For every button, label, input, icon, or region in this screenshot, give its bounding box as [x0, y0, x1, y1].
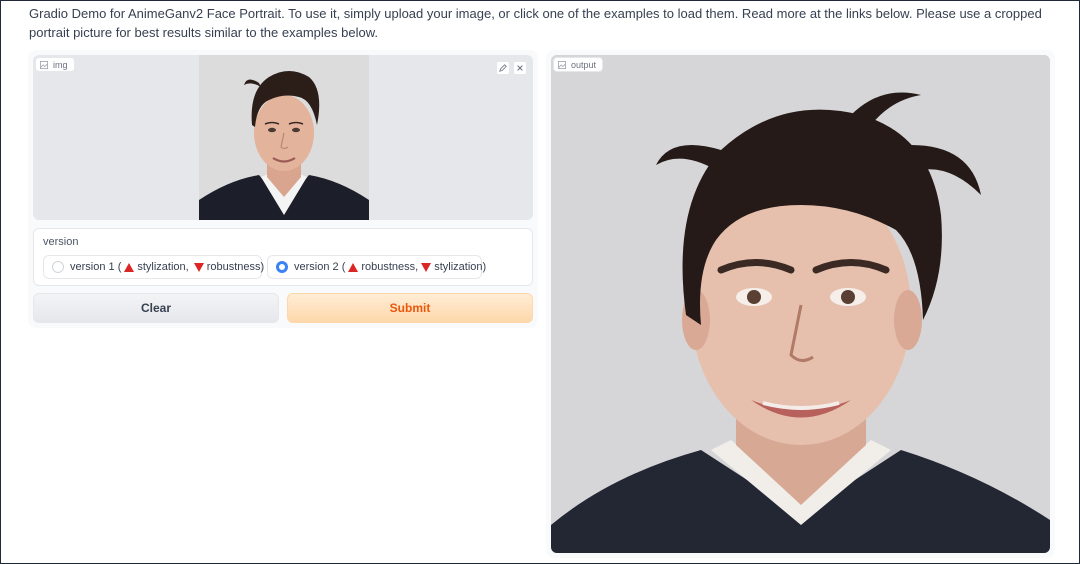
triangle-down-icon: [193, 262, 204, 272]
input-image-label-text: img: [53, 59, 68, 70]
version-radio-group: version version 1 ( stylization, robustn…: [33, 228, 533, 286]
description-text: Gradio Demo for AnimeGanv2 Face Portrait…: [29, 6, 1042, 40]
radio-option-prefix: version 1 (: [70, 261, 122, 273]
clear-image-button[interactable]: [513, 61, 527, 75]
radio-option-version-2[interactable]: version 2 ( robustness, stylization): [267, 255, 486, 279]
input-image-panel[interactable]: img: [33, 55, 533, 220]
triangle-up-icon: [348, 262, 359, 272]
radio-option-first: stylization,: [137, 261, 189, 273]
submit-button[interactable]: Submit: [287, 293, 533, 323]
version-title: version: [43, 236, 79, 248]
image-icon: [40, 60, 48, 69]
radio-circle-selected[interactable]: [276, 261, 288, 273]
radio-option-version-1[interactable]: version 1 ( stylization, robustness): [43, 255, 265, 279]
radio-option-second: robustness): [206, 261, 265, 273]
clear-button[interactable]: Clear: [33, 293, 279, 323]
radio-option-second: stylization): [434, 261, 487, 273]
radio-option-prefix: version 2 (: [294, 261, 346, 273]
input-image-label: img: [35, 57, 75, 72]
pencil-icon: [499, 64, 507, 72]
radio-option-first: robustness,: [361, 261, 419, 273]
image-icon: [558, 60, 566, 69]
radio-circle[interactable]: [52, 261, 64, 273]
output-image-label-text: output: [571, 59, 597, 70]
output-image-panel: output: [551, 55, 1050, 553]
close-icon: [517, 65, 523, 71]
output-anime-portrait: [551, 55, 1050, 553]
edit-button[interactable]: [496, 61, 510, 75]
input-portrait-photo: [199, 55, 369, 220]
triangle-up-icon: [124, 262, 135, 272]
triangle-down-icon: [421, 262, 432, 272]
output-image-label: output: [553, 57, 604, 72]
